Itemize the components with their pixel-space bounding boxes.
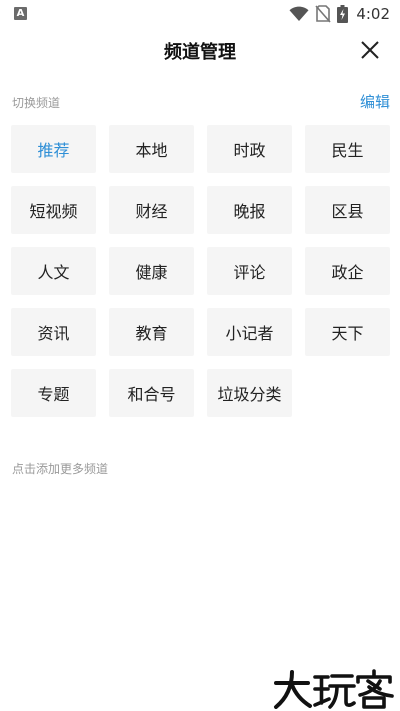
section-header: 切换频道 编辑 xyxy=(12,90,390,112)
status-bar: A 4:02 xyxy=(0,0,400,28)
channel-chip[interactable]: 短视频 xyxy=(11,186,96,234)
channel-chip[interactable]: 财经 xyxy=(109,186,194,234)
channel-chip[interactable]: 区县 xyxy=(305,186,390,234)
channel-chip[interactable]: 晚报 xyxy=(207,186,292,234)
channel-chip[interactable]: 和合号 xyxy=(109,369,194,417)
channel-chip[interactable]: 天下 xyxy=(305,308,390,356)
channel-chip[interactable]: 专题 xyxy=(11,369,96,417)
channel-chip[interactable]: 政企 xyxy=(305,247,390,295)
close-icon xyxy=(361,41,379,59)
channel-chip[interactable]: 垃圾分类 xyxy=(207,369,292,417)
channel-chip[interactable]: 资讯 xyxy=(11,308,96,356)
battery-charging-icon xyxy=(337,5,349,23)
no-sim-icon xyxy=(315,5,331,23)
header: 频道管理 xyxy=(0,28,400,74)
channel-chip[interactable]: 教育 xyxy=(109,308,194,356)
channel-chip[interactable]: 小记者 xyxy=(207,308,292,356)
channel-chip[interactable]: 推荐 xyxy=(11,125,96,173)
channel-chip[interactable]: 时政 xyxy=(207,125,292,173)
watermark-logo xyxy=(272,669,394,709)
wifi-icon xyxy=(289,6,309,21)
channel-chip[interactable]: 健康 xyxy=(109,247,194,295)
page-title: 频道管理 xyxy=(164,42,236,63)
edit-button[interactable]: 编辑 xyxy=(360,91,390,112)
channel-chip[interactable]: 人文 xyxy=(11,247,96,295)
notification-a-icon: A xyxy=(14,7,27,20)
channel-chip[interactable]: 民生 xyxy=(305,125,390,173)
status-time: 4:02 xyxy=(356,5,390,23)
channel-grid: 推荐 本地 时政 民生短视频 财经 晚报 区县人文 健康 评论 政企资讯 教育 小记者 天下专题 和合号垃… xyxy=(11,125,391,417)
section-label: 切换频道 xyxy=(12,96,61,110)
add-more-channels-label: 点击添加更多频道 xyxy=(12,462,109,476)
channel-chip[interactable]: 本地 xyxy=(109,125,194,173)
channel-chip[interactable]: 评论 xyxy=(207,247,292,295)
close-button[interactable] xyxy=(358,38,382,62)
status-icons: 4:02 xyxy=(289,4,390,24)
